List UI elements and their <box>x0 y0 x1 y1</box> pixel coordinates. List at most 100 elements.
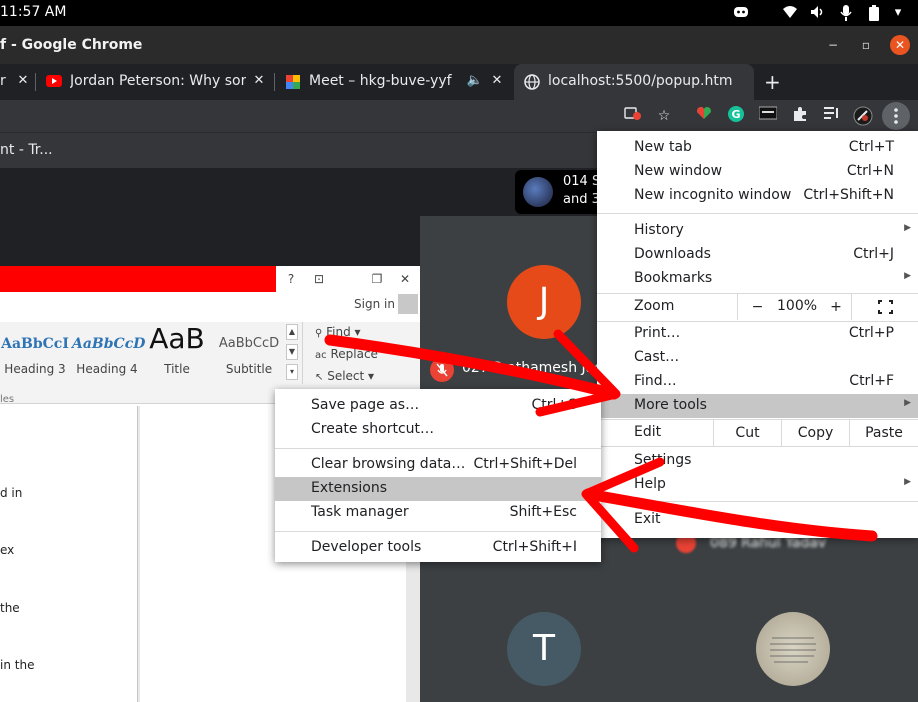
more-vert-icon <box>894 108 898 124</box>
tab-localhost[interactable]: localhost:5500/popup.htm <box>514 64 754 100</box>
gallery-more-button[interactable]: ▾ <box>286 364 298 380</box>
style-subtitle[interactable]: AaBbCcD Subtitle <box>214 322 284 382</box>
gallery-down-button[interactable]: ▼ <box>286 344 298 360</box>
youtube-icon <box>46 75 62 87</box>
sign-in-link[interactable]: Sign in <box>354 297 395 311</box>
menu-item-shortcut: Ctrl+S <box>531 397 577 413</box>
copy-button[interactable]: Copy <box>781 420 849 446</box>
tab-label: Jordan Peterson: Why sor <box>70 73 246 89</box>
zoom-level: 100% <box>777 298 818 314</box>
menu-item-new-window[interactable]: New window Ctrl+N <box>597 160 918 184</box>
menu-item-extensions[interactable]: Extensions <box>275 477 601 501</box>
document-page[interactable]: d in ex the in the <box>0 406 138 702</box>
zoom-in-button[interactable]: + <box>821 294 851 320</box>
menu-item-shortcut: Shift+Esc <box>509 504 577 520</box>
cut-button[interactable]: Cut <box>713 420 781 446</box>
style-title[interactable]: AaB Title <box>144 322 210 382</box>
menu-item-downloads[interactable]: Downloads Ctrl+J <box>597 243 918 267</box>
menu-item-label: More tools <box>634 397 707 413</box>
menu-item-history[interactable]: History ▶ <box>597 219 918 243</box>
system-clock[interactable]: 11:57 AM <box>0 4 66 20</box>
minimize-button[interactable]: − <box>824 36 842 54</box>
microphone-icon[interactable] <box>838 5 854 21</box>
meet-notification[interactable]: 014 S and 3 <box>515 170 605 214</box>
discord-icon[interactable] <box>733 5 749 21</box>
extension-box-icon[interactable] <box>758 106 778 126</box>
participant-avatar-photo <box>756 612 830 686</box>
menu-item-shortcut: Ctrl+T <box>848 139 894 155</box>
ribbon-display-button[interactable]: ⊡ <box>310 271 328 287</box>
menu-item-new-incognito[interactable]: New incognito window Ctrl+Shift+N <box>597 184 918 208</box>
extension-heart-icon[interactable] <box>694 106 714 126</box>
user-icon[interactable] <box>398 294 418 314</box>
tab-youtube[interactable]: Jordan Peterson: Why sor ✕ <box>36 64 274 100</box>
menu-item-save-page[interactable]: Save page as… Ctrl+S <box>275 394 601 418</box>
wifi-icon[interactable] <box>782 5 798 21</box>
bookmark-star-icon[interactable]: ☆ <box>654 106 674 126</box>
find-button[interactable]: ⚲ Find ▾ <box>315 325 361 339</box>
fullscreen-button[interactable] <box>851 294 918 320</box>
meet-icon <box>286 75 300 89</box>
tab-close-button[interactable]: ✕ <box>250 72 268 90</box>
select-button[interactable]: ↖ Select ▾ <box>315 369 374 383</box>
kebab-menu-button[interactable] <box>882 102 910 130</box>
battery-icon[interactable] <box>866 5 882 21</box>
paste-button[interactable]: Paste <box>849 420 918 446</box>
document-text: d in <box>0 486 23 500</box>
menu-item-help[interactable]: Help ▶ <box>597 473 918 497</box>
style-heading-4[interactable]: AaBbCcD Heading 4 <box>72 322 145 382</box>
style-heading-3[interactable]: AaBbCcI Heading 3 <box>0 322 70 382</box>
help-button[interactable]: ? <box>282 271 300 287</box>
menu-item-settings[interactable]: Settings <box>597 449 918 473</box>
menu-item-create-shortcut[interactable]: Create shortcut… <box>275 418 601 442</box>
menu-item-label: Developer tools <box>311 539 422 555</box>
camera-blocked-icon[interactable] <box>623 106 643 126</box>
more-tools-submenu: Save page as… Ctrl+S Create shortcut… Cl… <box>275 389 601 562</box>
grammarly-icon[interactable]: G <box>726 106 746 126</box>
document-text: in the <box>0 658 35 672</box>
new-tab-button[interactable]: + <box>764 70 781 94</box>
tab-close-button[interactable]: ✕ <box>14 72 32 90</box>
menu-item-clear-browsing-data[interactable]: Clear browsing data… Ctrl+Shift+Del <box>275 453 601 477</box>
menu-divider <box>275 531 601 532</box>
menu-item-find[interactable]: Find… Ctrl+F <box>597 370 918 394</box>
editing-group: ⚲ Find ▾ ac Replace ↖ Select ▾ <box>302 322 420 384</box>
volume-icon[interactable] <box>810 5 826 21</box>
menu-item-shortcut: Ctrl+J <box>853 246 894 262</box>
close-button[interactable]: ✕ <box>396 271 414 287</box>
notification-line-1: 014 S <box>563 174 601 189</box>
maximize-button[interactable]: ▫ <box>857 36 875 54</box>
tab-close-button[interactable]: ✕ <box>488 72 506 90</box>
tab-partial[interactable]: r ✕ <box>0 64 36 100</box>
menu-item-developer-tools[interactable]: Developer tools Ctrl+Shift+I <box>275 536 601 560</box>
word-title-bar <box>0 266 276 292</box>
submenu-arrow-icon: ▶ <box>904 223 911 233</box>
menu-item-cast[interactable]: Cast… <box>597 346 918 370</box>
restore-button[interactable]: ❐ <box>368 271 386 287</box>
profile-avatar[interactable] <box>853 106 873 126</box>
extensions-puzzle-icon[interactable] <box>790 106 810 126</box>
menu-item-task-manager[interactable]: Task manager Shift+Esc <box>275 501 601 525</box>
menu-item-print[interactable]: Print… Ctrl+P <box>597 322 918 346</box>
binoculars-icon: ⚲ <box>315 328 323 339</box>
mic-muted-icon <box>430 358 454 382</box>
bookmark-item[interactable]: nt - Tr... <box>0 142 53 158</box>
menu-item-more-tools[interactable]: More tools ▶ <box>597 394 918 418</box>
media-queue-icon[interactable] <box>822 106 842 126</box>
zoom-out-button[interactable]: − <box>737 294 777 320</box>
edit-label: Edit <box>634 424 662 440</box>
replace-button[interactable]: ac Replace <box>315 347 378 361</box>
style-sample: AaBbCcD <box>218 336 280 351</box>
menu-item-exit[interactable]: Exit <box>597 508 918 532</box>
gallery-up-button[interactable]: ▲ <box>286 324 298 340</box>
menu-item-label: New window <box>634 163 723 179</box>
menu-item-bookmarks[interactable]: Bookmarks ▶ <box>597 267 918 291</box>
speaker-icon[interactable]: 🔈 <box>466 72 484 90</box>
chevron-down-icon[interactable]: ▾ <box>890 5 906 21</box>
zoom-label: Zoom <box>634 298 675 314</box>
close-window-button[interactable]: ✕ <box>890 35 910 55</box>
svg-text:G: G <box>731 108 740 121</box>
menu-item-shortcut: Ctrl+F <box>849 373 894 389</box>
menu-item-new-tab[interactable]: New tab Ctrl+T <box>597 136 918 160</box>
tab-meet[interactable]: Meet – hkg-buve-yyf 🔈 ✕ <box>274 64 512 100</box>
